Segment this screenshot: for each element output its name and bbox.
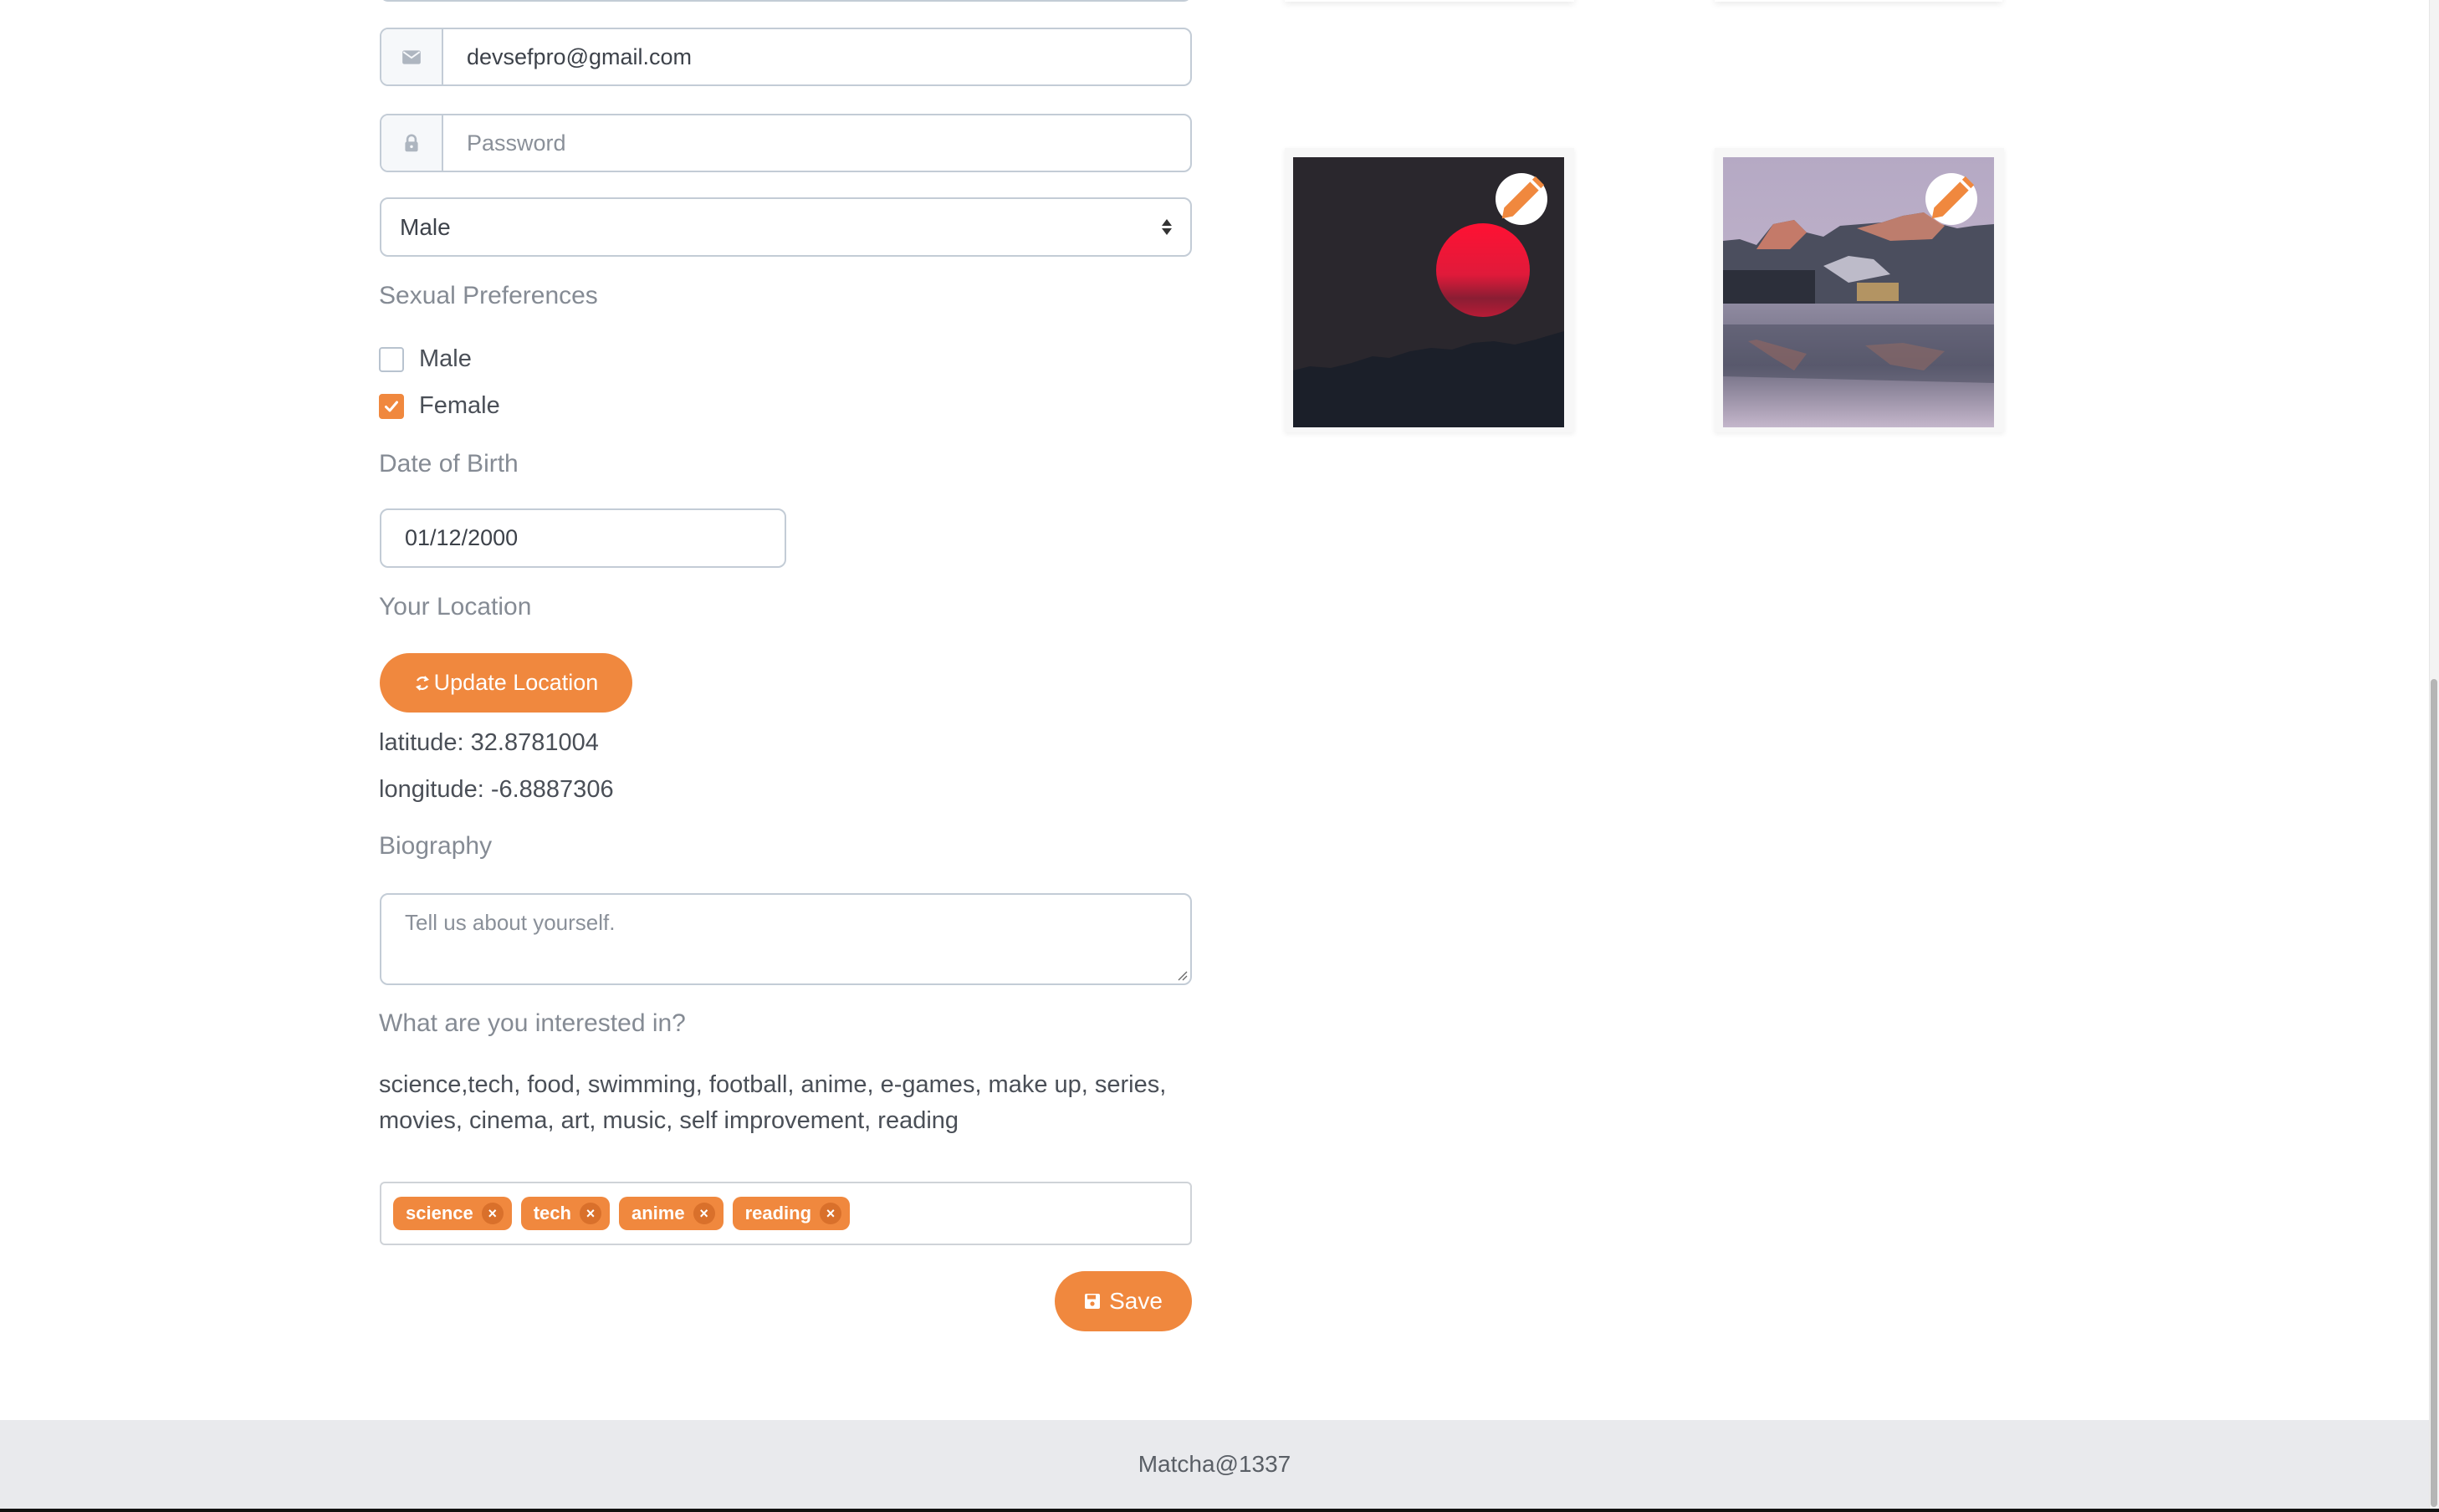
your-location-label: Your Location <box>379 593 532 621</box>
interest-tag: science × <box>393 1197 512 1230</box>
footer-text: Matcha@1337 <box>1138 1451 1291 1477</box>
photo-card-partial <box>1715 0 2002 2</box>
email-addon <box>381 29 443 84</box>
interest-tag: reading × <box>732 1197 851 1230</box>
lock-icon <box>405 134 418 152</box>
edit-photo-button[interactable] <box>1496 173 1547 225</box>
resize-handle-icon[interactable] <box>1176 969 1188 981</box>
email-field-group <box>380 28 1192 86</box>
interests-tags-input[interactable]: science × tech × anime × reading × <box>380 1182 1192 1245</box>
male-checkbox[interactable] <box>379 346 404 372</box>
remove-tag-icon[interactable]: × <box>481 1203 504 1224</box>
pencil-icon <box>1501 176 1545 219</box>
password-input[interactable] <box>443 115 1190 171</box>
tag-label: anime <box>631 1203 685 1223</box>
date-of-birth-value: 01/12/2000 <box>405 525 519 550</box>
floppy-disk-icon <box>1085 1294 1101 1309</box>
sexual-preferences-label: Sexual Preferences <box>379 282 598 309</box>
interest-tag: anime × <box>618 1197 724 1230</box>
remove-tag-icon[interactable]: × <box>693 1203 715 1224</box>
preference-option-female[interactable]: Female <box>379 392 500 420</box>
edit-photo-button[interactable] <box>1925 173 1977 225</box>
scrollbar-thumb[interactable] <box>2431 679 2437 1507</box>
longitude-text: longitude: -6.8887306 <box>379 776 614 803</box>
update-location-label: Update Location <box>433 670 599 695</box>
preference-option-male[interactable]: Male <box>379 345 472 373</box>
save-button[interactable]: Save <box>1055 1271 1192 1331</box>
date-of-birth-label: Date of Birth <box>379 450 519 478</box>
checkmark-icon <box>385 401 398 411</box>
female-checkbox-label: Female <box>419 392 500 419</box>
interests-suggestions: science,tech, food, swimming, football, … <box>379 1071 1167 1134</box>
profile-photo-sunset[interactable] <box>1293 157 1564 427</box>
interest-tag: tech × <box>520 1197 610 1230</box>
photo-card-partial <box>1285 0 1574 2</box>
interests-label: What are you interested in? <box>379 1009 686 1037</box>
envelope-icon <box>402 50 421 64</box>
remove-tag-icon[interactable]: × <box>579 1203 601 1224</box>
gender-select-value: Male <box>400 213 451 240</box>
tag-label: science <box>406 1203 473 1223</box>
password-field-group <box>380 114 1192 172</box>
password-addon <box>381 115 443 171</box>
latitude-text: latitude: 32.8781004 <box>379 729 599 756</box>
female-checkbox[interactable] <box>379 393 404 419</box>
tag-label: tech <box>533 1203 571 1223</box>
biography-label: Biography <box>379 832 493 860</box>
biography-placeholder: Tell us about yourself. <box>405 910 616 935</box>
photo-card <box>1715 148 2004 432</box>
male-checkbox-label: Male <box>419 345 472 372</box>
biography-textarea[interactable]: Tell us about yourself. <box>380 893 1192 985</box>
tag-label: reading <box>744 1203 812 1223</box>
update-location-button[interactable]: Update Location <box>380 653 632 713</box>
date-of-birth-input[interactable]: 01/12/2000 <box>380 508 786 568</box>
footer: Matcha@1337 <box>0 1420 2429 1509</box>
window-bottom-edge <box>0 1509 2439 1512</box>
photo-card <box>1285 148 1574 432</box>
remove-tag-icon[interactable]: × <box>820 1203 842 1224</box>
select-arrows-icon <box>1162 219 1172 235</box>
gender-select[interactable]: Male <box>380 197 1192 257</box>
partial-input-field[interactable] <box>380 0 1192 2</box>
email-input[interactable] <box>443 29 1190 84</box>
pencil-icon <box>1931 176 1975 219</box>
save-label: Save <box>1109 1288 1163 1314</box>
refresh-icon <box>415 675 429 691</box>
profile-photo-mountain-lake[interactable] <box>1723 157 1994 427</box>
